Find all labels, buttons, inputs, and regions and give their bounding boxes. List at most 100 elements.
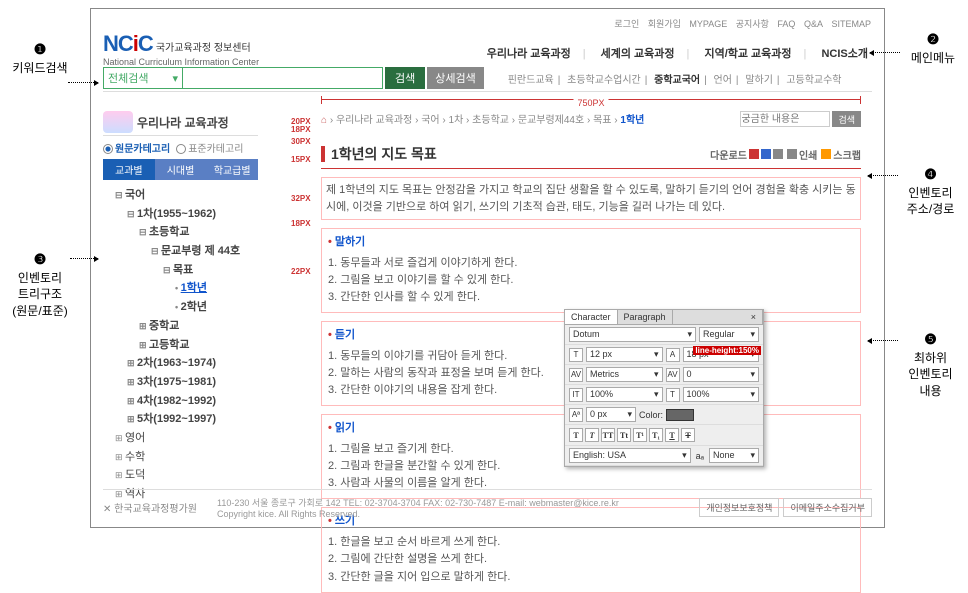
subscript-icon[interactable]: T₁: [649, 428, 663, 442]
tree-korean[interactable]: 국어 1차(1955~1962) 초등학교 문교부령 제 44호 목표: [115, 186, 258, 429]
hotlink-2[interactable]: 초등학교수업시간: [567, 75, 641, 86]
cp-weight-select[interactable]: Regular▾: [699, 327, 759, 342]
spacing-mark-18b: 18PX: [291, 219, 311, 228]
radio-original[interactable]: 원문카테고리: [103, 140, 170, 155]
advanced-search-button[interactable]: 상세검색: [427, 67, 483, 89]
bc-4[interactable]: 초등학교: [472, 115, 509, 126]
menu-about[interactable]: NCIS소개: [821, 48, 868, 60]
util-nav: 로그인 회원가입 MYPAGE 공지사항 FAQ Q&A SITEMAP: [611, 17, 874, 30]
menu-domestic[interactable]: 우리나라 교육과정: [487, 48, 571, 60]
cp-tab-paragraph[interactable]: Paragraph: [618, 310, 673, 324]
nav-sitemap[interactable]: SITEMAP: [831, 19, 871, 29]
breadcrumb: ⌂ › 우리나라 교육과정 › 국어 › 1차 › 초등학교 › 문교부령제44…: [321, 111, 861, 126]
action-download[interactable]: 다운로드: [710, 147, 783, 162]
tree-goal[interactable]: 목표 1학년 2학년: [163, 261, 258, 317]
nav-faq[interactable]: FAQ: [777, 19, 795, 29]
menu-local[interactable]: 지역/학교 교육과정: [704, 48, 791, 60]
nav-mypage[interactable]: MYPAGE: [689, 19, 727, 29]
cp-color-swatch[interactable]: [666, 409, 694, 421]
tree-era1[interactable]: 1차(1955~1962) 초등학교 문교부령 제 44호 목표: [127, 205, 258, 355]
callout-2: ❷ 메인메뉴: [898, 30, 968, 66]
hotlink-3[interactable]: 중학교국어: [654, 75, 700, 86]
footer-emailreject[interactable]: 이메일주소수집거부: [783, 498, 872, 517]
tree-grade2[interactable]: 2학년: [175, 298, 258, 317]
action-scrap[interactable]: 스크랩: [821, 147, 861, 162]
cp-tracking[interactable]: 0▾: [683, 367, 760, 382]
search-input[interactable]: [183, 67, 383, 89]
tree-grade1[interactable]: 1학년: [175, 279, 258, 298]
nav-login[interactable]: 로그인: [614, 19, 639, 29]
ruler-label: 750PX: [573, 98, 608, 108]
nav-qna[interactable]: Q&A: [804, 19, 823, 29]
logo[interactable]: NCiC 국가교육과정 정보센터 National Curriculum Inf…: [103, 31, 259, 67]
action-print[interactable]: 인쇄: [787, 147, 817, 162]
vscale-icon: IT: [569, 388, 583, 402]
tree-middle[interactable]: 중학교: [139, 317, 258, 336]
tree-high[interactable]: 고등학교: [139, 336, 258, 355]
superscript-icon[interactable]: T¹: [633, 428, 647, 442]
search-button[interactable]: 검색: [385, 67, 425, 89]
tree-era4[interactable]: 4차(1982~1992): [127, 392, 258, 411]
tree-elem[interactable]: 초등학교 문교부령 제 44호 목표 1학년 2학년: [139, 223, 258, 316]
cp-kerning[interactable]: Metrics▾: [586, 367, 663, 382]
breadcrumb-search-btn[interactable]: 검색: [832, 111, 861, 127]
bc-3[interactable]: 1차: [449, 115, 464, 126]
cp-vscale[interactable]: 100%▾: [586, 387, 663, 402]
cp-antialias[interactable]: None▾: [709, 448, 759, 463]
tree-ethics[interactable]: 도덕: [115, 466, 258, 485]
search-scope-select[interactable]: 전체검색 ▾: [103, 67, 183, 89]
bc-2[interactable]: 국어: [421, 115, 439, 126]
breadcrumb-home-icon[interactable]: ⌂: [321, 115, 327, 126]
tree-era3[interactable]: 3차(1975~1981): [127, 373, 258, 392]
sidebar-category-radio: 원문카테고리 표준카테고리: [103, 140, 258, 155]
cp-hscale[interactable]: 100%▾: [683, 387, 760, 402]
bc-1[interactable]: 우리나라 교육과정: [336, 115, 412, 126]
tracking-icon: AV: [666, 368, 680, 382]
hotlink-6[interactable]: 고등학교수학: [786, 75, 841, 86]
tree-math[interactable]: 수학: [115, 448, 258, 467]
cp-font-select[interactable]: Dotum▾: [569, 327, 696, 342]
hotlink-5[interactable]: 말하기: [745, 75, 773, 86]
footer-privacy[interactable]: 개인정보보호정책: [699, 498, 779, 517]
bc-6[interactable]: 목표: [593, 115, 611, 126]
character-panel[interactable]: Character Paragraph × Dotum▾ Regular▾ T …: [564, 309, 764, 467]
callout-3-num: ❸: [0, 250, 80, 270]
bold-icon[interactable]: T: [569, 428, 583, 442]
tab-subject[interactable]: 교과별: [103, 159, 155, 180]
logo-main: NCiC: [103, 31, 153, 56]
font-size-icon: T: [569, 348, 583, 362]
radio-standard[interactable]: 표준카테고리: [176, 140, 243, 155]
tab-schoollevel[interactable]: 학교급별: [206, 159, 258, 180]
spacing-mark-15: 15PX: [291, 155, 311, 164]
nav-join[interactable]: 회원가입: [648, 19, 681, 29]
cp-baseline[interactable]: 0 px▾: [586, 407, 636, 422]
breadcrumb-search-input[interactable]: [740, 111, 830, 127]
tree-era5[interactable]: 5차(1992~1997): [127, 410, 258, 429]
cp-style-icons: T T TT Tt T¹ T₁ T T: [565, 425, 763, 446]
callout-4-text2: 주소/경로: [907, 202, 955, 216]
page-title: 1학년의 지도 목표: [331, 144, 437, 164]
tree-decree44[interactable]: 문교부령 제 44호 목표 1학년 2학년: [151, 242, 258, 317]
allcaps-icon[interactable]: TT: [601, 428, 615, 442]
italic-icon[interactable]: T: [585, 428, 599, 442]
hotlink-1[interactable]: 핀란드교육: [508, 75, 554, 86]
tree-english[interactable]: 영어: [115, 429, 258, 448]
page-title-row: 1학년의 지도 목표 다운로드 인쇄 스크랩: [321, 144, 861, 164]
cp-tab-character[interactable]: Character: [565, 310, 618, 324]
cp-fontsize[interactable]: 12 px▾: [586, 347, 663, 362]
menu-world[interactable]: 세계의 교육과정: [601, 48, 675, 60]
hotlink-4[interactable]: 언어: [714, 75, 732, 86]
tab-era[interactable]: 시대별: [155, 159, 207, 180]
sec-h-speaking: 말하기: [322, 229, 860, 253]
close-icon[interactable]: ×: [745, 310, 763, 324]
tree-era2[interactable]: 2차(1963~1974): [127, 354, 258, 373]
smallcaps-icon[interactable]: Tt: [617, 428, 631, 442]
cp-language[interactable]: English: USA▾: [569, 448, 691, 463]
strike-icon[interactable]: T: [681, 428, 695, 442]
logo-kr: 국가교육과정 정보센터: [156, 43, 251, 54]
underline-icon[interactable]: T: [665, 428, 679, 442]
footer-copy: Copyright kice. All Rights Reserved.: [217, 509, 619, 519]
chevron-down-icon: ▾: [750, 329, 755, 340]
nav-notice[interactable]: 공지사항: [736, 19, 769, 29]
bc-5[interactable]: 문교부령제44호: [518, 115, 584, 126]
